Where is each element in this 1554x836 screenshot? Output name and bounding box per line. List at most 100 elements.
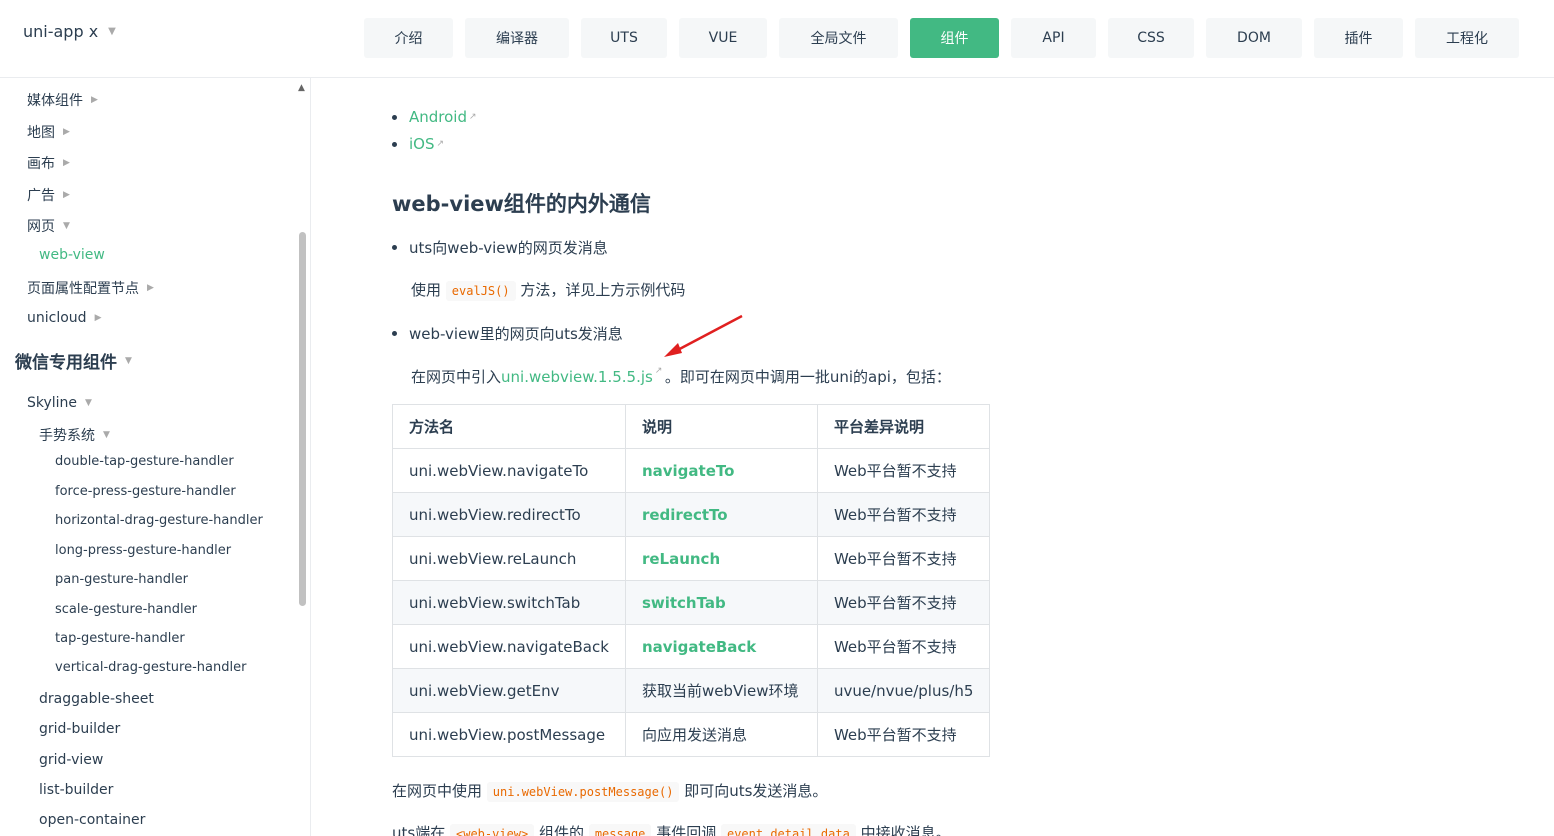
api-doc-link[interactable]: navigateTo (624, 448, 818, 493)
webview-js-link[interactable]: uni.webview.1.5.5.js (501, 368, 653, 386)
nav-item[interactable]: DOM (1206, 18, 1302, 58)
nav-item[interactable]: CSS (1108, 18, 1194, 58)
sidebar-item-label: 微信专用组件 (15, 353, 117, 373)
table-row: uni.webView.switchTab switchTab Web平台暂不支持 (392, 580, 991, 625)
table-row: uni.webView.navigateTo navigateTo Web平台暂不支… (392, 448, 991, 493)
column-header: 方法名 (392, 404, 626, 449)
table-cell: uni.webView.getEnv (392, 668, 626, 713)
webview-api-table: 方法名 说明 平台差异说明 uni.webView.navigateTo navi… (392, 404, 991, 757)
sidebar-item[interactable]: open-container (39, 812, 145, 828)
table-cell: uni.webView.postMessage (392, 712, 626, 757)
bullet-text: uts向web-view的网页发消息 (409, 239, 608, 257)
top-navbar: uni-app x ▼ 介绍 编译器 UTS VUE 全局文件 组件 API CSS DOM 插件… (0, 0, 1554, 78)
paragraph-postmessage: 在网页中使用 uni.webView.postMessage() 即可向uts发… (392, 780, 828, 802)
nav-item[interactable]: API (1011, 18, 1096, 58)
api-doc-link[interactable]: switchTab (624, 580, 818, 625)
sidebar-item[interactable]: pan-gesture-handler (55, 572, 188, 587)
sidebar-item[interactable]: long-press-gesture-handler (55, 543, 231, 558)
nav-item[interactable]: 工程化 (1415, 18, 1519, 58)
brand-title: uni-app x (23, 22, 99, 41)
table-cell: uni.webView.navigateTo (392, 448, 626, 493)
inline-code: evalJS() (445, 281, 516, 301)
sidebar-item[interactable]: horizontal-drag-gesture-handler (55, 513, 263, 528)
nav-item[interactable]: 插件 (1314, 18, 1403, 58)
scroll-up-arrow-icon[interactable]: ▲ (298, 83, 305, 93)
sidebar-item[interactable]: 微信专用组件 ▼ (15, 348, 132, 373)
external-link-icon: ↗ (436, 139, 445, 149)
sidebar-item-label: double-tap-gesture-handler (55, 454, 234, 469)
table-row: uni.webView.postMessage 向应用发送消息 Web平台暂不支持 (392, 712, 991, 757)
table-cell: uni.webView.reLaunch (392, 536, 626, 581)
table-cell: Web平台暂不支持 (816, 492, 991, 537)
text: 在网页中使用 (392, 782, 483, 800)
ios-link[interactable]: iOS (409, 135, 435, 153)
sidebar-item[interactable]: grid-view (39, 752, 103, 768)
table-cell: Web平台暂不支持 (816, 536, 991, 581)
inline-code: <web-view> (450, 824, 535, 836)
sidebar-item[interactable]: 媒体组件 ▶ (27, 90, 98, 110)
nav-item[interactable]: 组件 (910, 18, 999, 58)
paragraph-receive-message: uts端在 <web-view> 组件的 message 事件回调 event.… (392, 822, 951, 836)
inline-code: uni.webView.postMessage() (486, 782, 680, 802)
sidebar-item[interactable]: unicloud ▶ (27, 310, 101, 326)
table-row: uni.webView.reLaunch reLaunch Web平台暂不支持 (392, 536, 991, 581)
api-doc-link[interactable]: reLaunch (624, 536, 818, 581)
api-doc-link[interactable]: navigateBack (624, 624, 818, 669)
sidebar-item[interactable]: vertical-drag-gesture-handler (55, 660, 246, 675)
sidebar-scrollbar[interactable] (299, 232, 306, 606)
caret-down-icon: ▼ (125, 355, 132, 366)
sidebar-item[interactable]: tap-gesture-handler (55, 631, 185, 646)
caret-right-icon: ▶ (91, 95, 98, 105)
sidebar-item[interactable]: 画布 ▶ (27, 153, 70, 173)
sidebar-item[interactable]: draggable-sheet (39, 691, 154, 707)
text: 方法，详见上方示例代码 (520, 281, 686, 299)
caret-down-icon: ▼ (63, 221, 70, 231)
bullet-dot (392, 114, 397, 120)
nav-item[interactable]: VUE (679, 18, 767, 58)
bullet-dot (392, 331, 397, 336)
caret-right-icon: ▶ (94, 313, 102, 323)
table-cell: Web平台暂不支持 (816, 580, 991, 625)
brand-dropdown[interactable]: uni-app x ▼ (23, 22, 116, 41)
text: 中接收消息。 (860, 824, 951, 836)
sidebar-item[interactable]: scale-gesture-handler (55, 602, 197, 617)
nav-item[interactable]: UTS (581, 18, 667, 58)
sidebar-item[interactable]: Skyline ▼ (27, 395, 92, 411)
sidebar-item[interactable]: 地图 ▶ (27, 122, 70, 142)
section-heading: web-view组件的内外通信 (392, 192, 651, 216)
sidebar-item[interactable]: grid-builder (39, 721, 120, 737)
bullet-text: web-view里的网页向uts发消息 (409, 325, 623, 343)
caret-right-icon: ▶ (63, 127, 70, 137)
sidebar-item[interactable]: double-tap-gesture-handler (55, 454, 234, 469)
text: 即可向uts发送消息。 (684, 782, 828, 800)
caret-right-icon: ▶ (63, 158, 70, 168)
text: 在网页中引入 (411, 368, 502, 386)
sidebar-item-label: web-view (39, 247, 105, 263)
table-cell: Web平台暂不支持 (816, 448, 991, 493)
sidebar-item[interactable]: force-press-gesture-handler (55, 484, 236, 499)
sidebar-item-label: 地图 (27, 125, 55, 141)
sidebar-item[interactable]: 页面属性配置节点 ▶ (27, 278, 154, 298)
sidebar-item[interactable]: list-builder (39, 782, 113, 798)
inline-code: event.detail.data (720, 824, 856, 836)
sidebar-item[interactable]: 手势系统 ▼ (39, 425, 110, 445)
table-cell: Web平台暂不支持 (816, 712, 991, 757)
api-doc-link[interactable]: redirectTo (624, 492, 818, 537)
nav-item[interactable]: 编译器 (465, 18, 569, 58)
text: uts端在 (392, 824, 446, 836)
sidebar-item-label: vertical-drag-gesture-handler (55, 660, 247, 675)
sidebar-item[interactable]: web-view (39, 247, 105, 263)
table-row: uni.webView.navigateBack navigateBack Web平… (392, 624, 991, 669)
main-content: Android ↗ iOS ↗ web-view组件的内外通信 uts向web-… (312, 78, 1554, 836)
sidebar-item-label: open-container (39, 812, 146, 828)
chevron-down-icon: ▼ (108, 26, 116, 37)
sidebar-item[interactable]: 广告 ▶ (27, 185, 70, 205)
annotation-arrow-icon (664, 314, 743, 357)
nav-item[interactable]: 全局文件 (779, 18, 898, 58)
sidebar-item[interactable]: 网页 ▼ (27, 216, 70, 236)
text: 。即可在网页中调用一批uni的api，包括： (664, 368, 951, 386)
sidebar-item-label: Skyline (27, 395, 78, 411)
nav-item[interactable]: 介绍 (364, 18, 453, 58)
sidebar-item-label: horizontal-drag-gesture-handler (55, 513, 263, 528)
android-link[interactable]: Android (409, 108, 467, 126)
